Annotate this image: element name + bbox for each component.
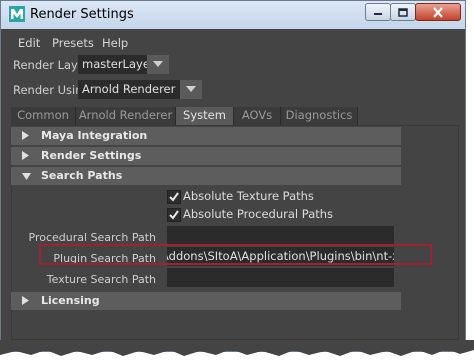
procedural-search-path-label: Procedural Search Path bbox=[28, 231, 157, 244]
menu-help[interactable]: Help bbox=[102, 36, 128, 50]
plugin-path-highlight-box bbox=[39, 244, 432, 265]
expand-arrow-icon bbox=[22, 296, 29, 305]
tab-common[interactable]: Common bbox=[11, 107, 76, 125]
procedural-search-path-input[interactable] bbox=[167, 226, 394, 245]
section-search-paths[interactable]: Search Paths bbox=[11, 167, 401, 185]
menu-edit[interactable]: Edit bbox=[18, 36, 40, 50]
maya-app-icon bbox=[9, 6, 25, 22]
menu-bar: Edit Presets Help bbox=[1, 29, 465, 53]
section-maya-integration[interactable]: Maya Integration bbox=[11, 127, 401, 145]
render-layer-value: masterLayer bbox=[82, 57, 155, 71]
section-render-settings[interactable]: Render Settings bbox=[11, 147, 401, 165]
tab-aovs[interactable]: AOVs bbox=[234, 107, 281, 125]
menu-presets[interactable]: Presets bbox=[52, 36, 94, 50]
close-button[interactable] bbox=[415, 3, 461, 21]
checkbox-box[interactable] bbox=[167, 208, 181, 222]
title-bar[interactable]: Render Settings bbox=[1, 1, 465, 29]
render-using-value: Arnold Renderer bbox=[82, 82, 176, 96]
checkbox-label: Absolute Procedural Paths bbox=[183, 207, 334, 221]
checkbox-label: Absolute Texture Paths bbox=[183, 189, 314, 203]
section-licensing[interactable]: Licensing bbox=[11, 292, 401, 310]
checkbox-box[interactable] bbox=[167, 190, 181, 204]
section-label: Maya Integration bbox=[41, 129, 148, 142]
section-label: Search Paths bbox=[41, 169, 123, 182]
render-layer-dropdown[interactable]: masterLayer bbox=[78, 55, 169, 74]
maximize-icon bbox=[391, 4, 415, 20]
collapse-arrow-icon bbox=[22, 173, 31, 180]
chevron-down-icon bbox=[147, 55, 169, 74]
render-using-dropdown[interactable]: Arnold Renderer bbox=[78, 80, 202, 99]
minimize-icon bbox=[366, 4, 390, 20]
checkmark-icon bbox=[169, 210, 179, 220]
maximize-button[interactable] bbox=[390, 3, 416, 21]
section-label: Licensing bbox=[41, 294, 100, 307]
checkmark-icon bbox=[169, 192, 179, 202]
window-title: Render Settings bbox=[30, 7, 134, 22]
expand-arrow-icon bbox=[22, 131, 29, 140]
texture-search-path-input[interactable] bbox=[167, 268, 394, 287]
torn-edge-decoration bbox=[0, 340, 474, 356]
section-label: Render Settings bbox=[41, 149, 142, 162]
tab-arnold-renderer[interactable]: Arnold Renderer bbox=[76, 107, 176, 125]
close-icon bbox=[416, 4, 460, 20]
minimize-button[interactable] bbox=[365, 3, 391, 21]
tab-diagnostics[interactable]: Diagnostics bbox=[281, 107, 358, 125]
tab-system[interactable]: System bbox=[176, 107, 234, 125]
expand-arrow-icon bbox=[22, 151, 29, 160]
texture-search-path-label: Texture Search Path bbox=[46, 273, 156, 286]
render-settings-window: Render Settings Edit Presets Help Render… bbox=[0, 0, 466, 352]
chevron-down-icon bbox=[180, 80, 202, 99]
